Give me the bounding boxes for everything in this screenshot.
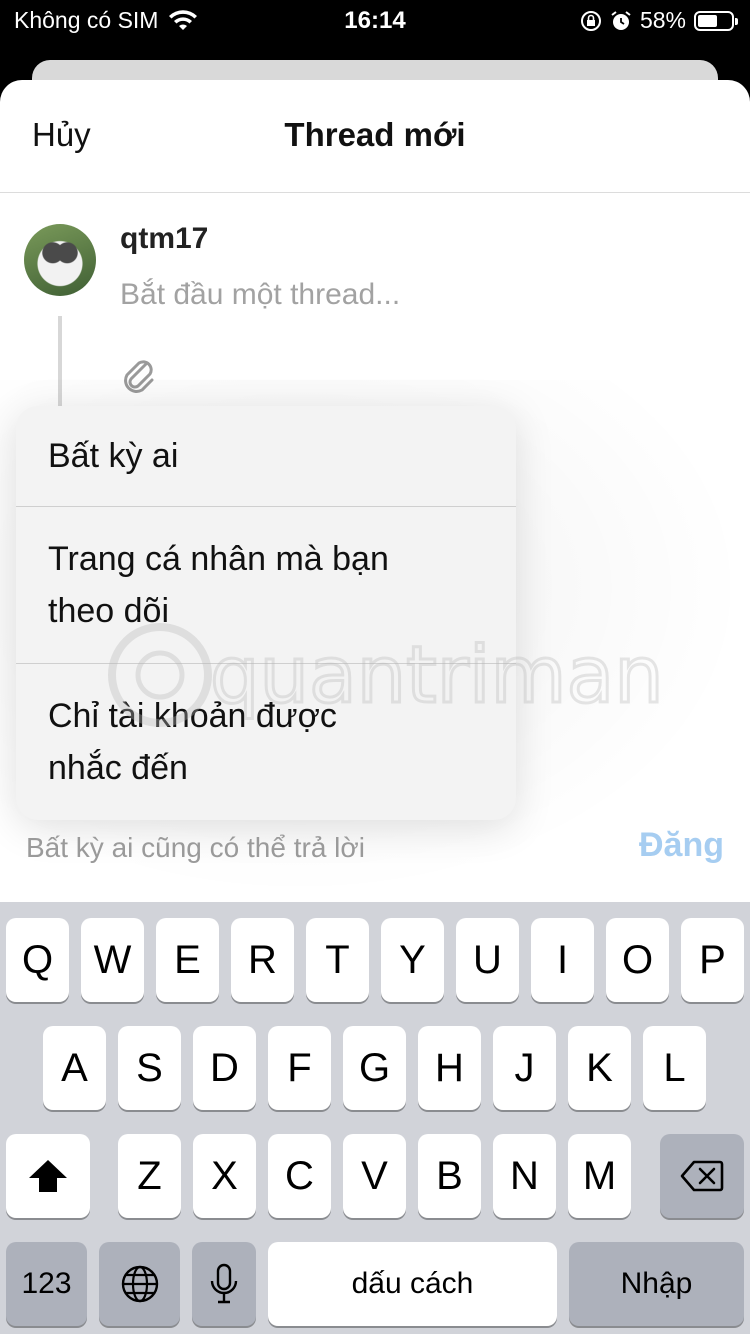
key-m[interactable]: M (568, 1134, 631, 1218)
avatar[interactable] (24, 224, 96, 296)
key-u[interactable]: U (456, 918, 519, 1002)
key-f[interactable]: F (268, 1026, 331, 1110)
battery-fill (698, 14, 717, 27)
key-g[interactable]: G (343, 1026, 406, 1110)
return-key[interactable]: Nhập (569, 1242, 744, 1326)
status-bar: Không có SIM 16:14 58% (0, 0, 750, 44)
backspace-key[interactable] (660, 1134, 744, 1218)
post-button[interactable]: Đăng (639, 826, 724, 865)
alarm-icon (611, 10, 631, 30)
page-title: Thread mới (284, 116, 466, 153)
key-b[interactable]: B (418, 1134, 481, 1218)
key-d[interactable]: D (193, 1026, 256, 1110)
key-q[interactable]: Q (6, 918, 69, 1002)
key-j[interactable]: J (493, 1026, 556, 1110)
key-o[interactable]: O (606, 918, 669, 1002)
globe-icon (121, 1265, 158, 1303)
thread-input[interactable] (120, 278, 680, 312)
backspace-icon (680, 1160, 724, 1192)
key-i[interactable]: I (531, 918, 594, 1002)
status-right: 58% (580, 7, 738, 34)
reply-permission-hint[interactable]: Bất kỳ ai cũng có thể trả lời (26, 832, 365, 864)
microphone-key[interactable] (192, 1242, 256, 1326)
key-l[interactable]: L (643, 1026, 706, 1110)
new-thread-sheet: Hủy Thread mới qtm17 Bất kỳ ai Trang cá … (0, 80, 750, 1334)
key-k[interactable]: K (568, 1026, 631, 1110)
key-e[interactable]: E (156, 918, 219, 1002)
menu-item-mentioned-only[interactable]: Chỉ tài khoản được nhắc đến (16, 664, 516, 820)
shift-key[interactable] (6, 1134, 90, 1218)
key-x[interactable]: X (193, 1134, 256, 1218)
keyboard-row-2: A S D F G H J K L (0, 1026, 750, 1112)
menu-item-followed-profiles[interactable]: Trang cá nhân mà bạn theo dõi (16, 507, 516, 664)
key-s[interactable]: S (118, 1026, 181, 1110)
key-t[interactable]: T (306, 918, 369, 1002)
keyboard-row-1: Q W E R T Y U I O P (0, 918, 750, 1004)
numbers-key[interactable]: 123 (6, 1242, 87, 1326)
space-key[interactable]: dấu cách (268, 1242, 557, 1326)
key-w[interactable]: W (81, 918, 144, 1002)
keyboard: Q W E R T Y U I O P A S D F G H J K L Z … (0, 902, 750, 1334)
key-h[interactable]: H (418, 1026, 481, 1110)
key-a[interactable]: A (43, 1026, 106, 1110)
key-n[interactable]: N (493, 1134, 556, 1218)
key-z[interactable]: Z (118, 1134, 181, 1218)
key-p[interactable]: P (681, 918, 744, 1002)
microphone-icon (210, 1263, 238, 1304)
battery-icon (694, 10, 738, 31)
menu-item-anyone[interactable]: Bất kỳ ai (16, 406, 516, 507)
key-v[interactable]: V (343, 1134, 406, 1218)
sheet-header: Hủy Thread mới (0, 80, 750, 193)
keyboard-row-3: Z X C V B N M (0, 1134, 750, 1220)
shift-icon (29, 1160, 67, 1192)
globe-key[interactable] (99, 1242, 180, 1326)
key-c[interactable]: C (268, 1134, 331, 1218)
keyboard-row-4: 123 dấu cách Nhập (0, 1242, 750, 1328)
rotation-lock-icon (580, 10, 601, 31)
username: qtm17 (120, 222, 209, 255)
key-r[interactable]: R (231, 918, 294, 1002)
reply-audience-menu: Bất kỳ ai Trang cá nhân mà bạn theo dõi … (16, 406, 516, 820)
key-y[interactable]: Y (381, 918, 444, 1002)
battery-percent: 58% (639, 7, 686, 33)
